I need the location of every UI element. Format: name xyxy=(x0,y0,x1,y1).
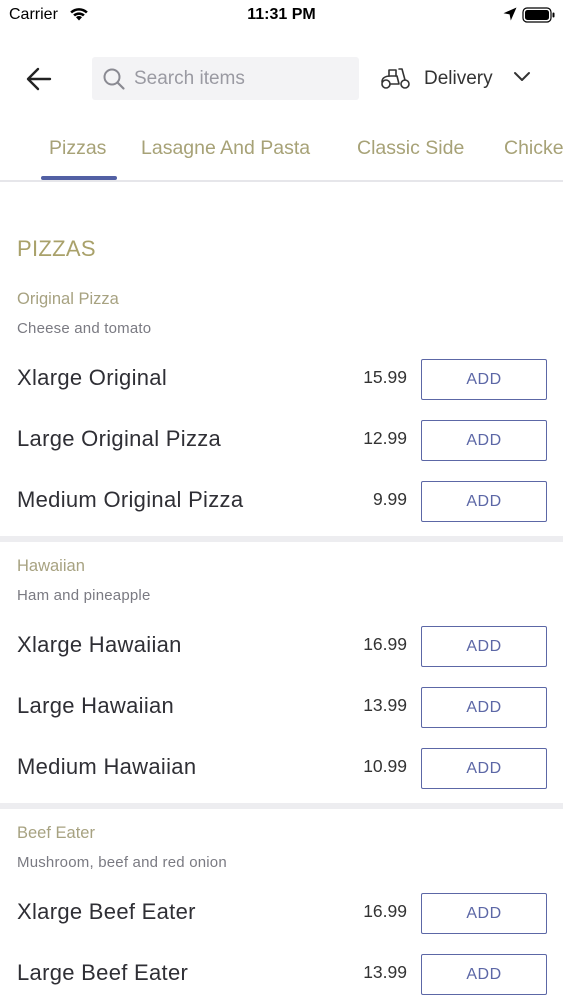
item-name: Large Beef Eater xyxy=(17,960,189,985)
search-box[interactable] xyxy=(92,57,359,100)
location-arrow-icon xyxy=(502,6,518,27)
group-description: Mushroom, beef and red onion xyxy=(17,854,227,871)
battery-icon xyxy=(522,6,556,29)
add-button[interactable]: ADD xyxy=(421,954,547,995)
menu-screen: Carrier 11:31 PM Search items Delivery P… xyxy=(0,0,563,1000)
tab-lasagne-and-pasta[interactable]: Lasagne And Pasta xyxy=(141,137,310,160)
item-price: 12.99 xyxy=(363,428,407,448)
tab-chicken[interactable]: Chicke xyxy=(504,137,563,160)
group-name: Original Pizza xyxy=(17,290,119,308)
item-name: Medium Hawaiian xyxy=(17,754,197,779)
add-button[interactable]: ADD xyxy=(421,687,547,728)
item-name: Large Hawaiian xyxy=(17,693,175,718)
group-description: Ham and pineapple xyxy=(17,587,151,604)
header-bar: Delivery xyxy=(0,56,563,102)
add-button[interactable]: ADD xyxy=(421,481,547,522)
item-price: 15.99 xyxy=(363,367,407,387)
group-name: Beef Eater xyxy=(17,824,95,842)
active-tab-indicator xyxy=(41,176,117,180)
group-divider xyxy=(0,536,563,542)
back-button[interactable] xyxy=(22,64,56,94)
item-price: 9.99 xyxy=(372,489,407,509)
menu-item-row: Xlarge Original 15.99 ADD xyxy=(0,359,563,400)
menu-item-row: Large Hawaiian 13.99 ADD xyxy=(0,687,563,728)
scooter-icon xyxy=(380,65,412,96)
category-tabs: Pizzas Lasagne And Pasta Classic Side Ch… xyxy=(0,130,563,182)
add-button[interactable]: ADD xyxy=(421,359,547,400)
item-name: Xlarge Beef Eater xyxy=(17,899,196,924)
menu-item-row: Medium Original Pizza 9.99 ADD xyxy=(0,481,563,522)
menu-item-row: Xlarge Beef Eater 16.99 ADD xyxy=(0,893,563,934)
chevron-down-icon xyxy=(513,70,531,89)
tab-pizzas[interactable]: Pizzas xyxy=(49,137,106,160)
tab-classic-side[interactable]: Classic Side xyxy=(357,137,464,160)
item-name: Xlarge Hawaiian xyxy=(17,632,182,657)
group-name: Hawaiian xyxy=(17,557,85,575)
status-bar: Carrier 11:31 PM xyxy=(0,0,563,32)
section-title: PIZZAS xyxy=(17,236,96,261)
item-price: 16.99 xyxy=(363,901,407,921)
back-arrow-icon xyxy=(26,67,52,91)
menu-item-row: Large Original Pizza 12.99 ADD xyxy=(0,420,563,461)
group-description: Cheese and tomato xyxy=(17,320,152,337)
search-icon xyxy=(102,67,126,96)
add-button[interactable]: ADD xyxy=(421,893,547,934)
add-button[interactable]: ADD xyxy=(421,420,547,461)
item-price: 13.99 xyxy=(363,695,407,715)
add-button[interactable]: ADD xyxy=(421,626,547,667)
status-time: 11:31 PM xyxy=(247,6,316,23)
menu-item-row: Xlarge Hawaiian 16.99 ADD xyxy=(0,626,563,667)
search-input[interactable] xyxy=(134,57,354,100)
item-price: 10.99 xyxy=(363,756,407,776)
add-button[interactable]: ADD xyxy=(421,748,547,789)
item-name: Large Original Pizza xyxy=(17,426,222,451)
item-name: Xlarge Original xyxy=(17,365,168,390)
item-name: Medium Original Pizza xyxy=(17,487,244,512)
delivery-selector[interactable]: Delivery xyxy=(380,63,540,95)
menu-item-row: Medium Hawaiian 10.99 ADD xyxy=(0,748,563,789)
menu-item-row: Large Beef Eater 13.99 ADD xyxy=(0,954,563,995)
item-price: 13.99 xyxy=(363,962,407,982)
delivery-label: Delivery xyxy=(424,68,493,89)
group-divider xyxy=(0,803,563,809)
item-price: 16.99 xyxy=(363,634,407,654)
